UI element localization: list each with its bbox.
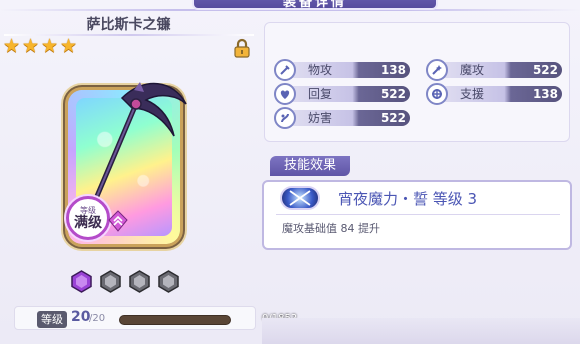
stat-value: 138 — [532, 87, 558, 101]
skill-icon — [280, 186, 320, 210]
stat-value: 522 — [380, 111, 406, 125]
stat-hinder: 妨害 522 — [274, 107, 410, 129]
stat-physical-attack: 物攻 138 — [274, 59, 410, 81]
exp-progress-bar: 0/1852 — [119, 313, 297, 325]
level-row: 等级 20 /20 0/1852 — [14, 306, 297, 330]
skill-panel[interactable]: 宵夜魔力・誓 等级 3 魔攻基础值 84 提升 — [262, 180, 572, 250]
level-badge-label: 等级 — [80, 205, 96, 215]
stat-name: 魔攻 — [460, 63, 485, 77]
stat-magic-attack: 魔攻 522 — [426, 59, 562, 81]
heal-icon — [274, 83, 296, 105]
lock-icon[interactable] — [232, 38, 252, 58]
empty-gem-icon[interactable] — [157, 270, 180, 293]
stat-value: 138 — [380, 63, 406, 77]
skill-name: 宵夜魔力・誓 等级 3 — [338, 190, 478, 208]
empty-gem-icon[interactable] — [99, 270, 122, 293]
level-current: 20 — [71, 309, 91, 325]
star-icon: ★ — [3, 35, 21, 57]
stat-name: 支援 — [460, 87, 485, 101]
equipment-card: 等级 满级 — [64, 70, 190, 256]
magic-wand-icon — [426, 59, 448, 81]
skill-section-title: 技能效果 — [270, 156, 351, 176]
purple-gem-icon[interactable] — [70, 270, 93, 293]
skill-divider — [276, 214, 560, 215]
stat-name: 妨害 — [308, 111, 333, 125]
stat-heal: 回复 522 — [274, 83, 410, 105]
support-icon — [426, 83, 448, 105]
sword-icon — [274, 59, 296, 81]
level-max: /20 — [89, 313, 106, 324]
item-name: 萨比斯卡之镰 — [86, 17, 171, 33]
level-max-badge: 等级 满级 — [66, 196, 110, 240]
gem-slots — [70, 270, 180, 293]
equipment-preview-panel: 萨比斯卡之镰 ★ ★ ★ ★ 等级 满级 等级 20 /20 — [0, 10, 297, 344]
level-label: 等级 — [37, 311, 67, 328]
stat-value: 522 — [532, 63, 558, 77]
stat-support: 支援 138 — [426, 83, 562, 105]
stat-name: 物攻 — [308, 63, 333, 77]
rank-up-icon — [108, 210, 128, 232]
level-badge-value: 满级 — [74, 214, 102, 231]
skill-description: 魔攻基础值 84 提升 — [282, 222, 380, 235]
star-icon: ★ — [60, 35, 78, 57]
stat-value: 522 — [380, 87, 406, 101]
hinder-icon — [274, 107, 296, 129]
page-title: 装备详情 — [192, 0, 438, 10]
bottom-strip — [262, 318, 580, 344]
empty-gem-icon[interactable] — [128, 270, 151, 293]
stat-name: 回复 — [308, 87, 333, 101]
rarity-stars: ★ ★ ★ ★ — [3, 35, 78, 57]
star-icon: ★ — [41, 35, 59, 57]
star-icon: ★ — [22, 35, 40, 57]
